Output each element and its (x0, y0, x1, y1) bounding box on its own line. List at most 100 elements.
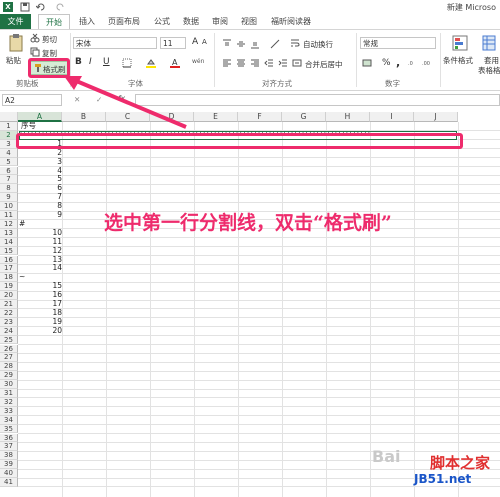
row-header[interactable]: 24 (0, 326, 18, 336)
cell-a[interactable] (19, 425, 62, 434)
borders-icon[interactable] (122, 58, 132, 68)
row-header[interactable]: 10 (0, 202, 18, 211)
cell-a[interactable] (19, 336, 62, 345)
cell-a[interactable]: 2 (19, 148, 62, 158)
row-header[interactable]: 37 (0, 442, 18, 452)
paste-button[interactable]: 粘贴 (6, 55, 21, 66)
row-header[interactable]: 39 (0, 460, 18, 470)
row-header[interactable]: 1 (0, 122, 18, 131)
increase-decimal-icon[interactable]: .0 (408, 58, 418, 68)
row-header[interactable]: 34 (0, 415, 18, 425)
cell-a[interactable] (19, 434, 62, 443)
italic-button[interactable]: I (89, 57, 92, 67)
decrease-decimal-icon[interactable]: .00 (422, 58, 432, 68)
cell-a[interactable] (19, 345, 62, 354)
tab-home[interactable]: 开始 (38, 14, 70, 29)
row-header[interactable]: 20 (0, 291, 18, 300)
row-header[interactable]: 7 (0, 175, 18, 185)
row-header[interactable]: 8 (0, 184, 18, 194)
cell-a[interactable] (19, 353, 62, 362)
column-header-f[interactable]: F (238, 112, 282, 122)
cut-button[interactable]: 剪切 (42, 34, 57, 45)
cell-a[interactable]: 5 (19, 174, 62, 184)
row-header[interactable]: 12 (0, 219, 18, 229)
percent-button[interactable]: % (382, 58, 391, 68)
row-header[interactable]: 15 (0, 246, 18, 256)
row-header[interactable]: 13 (0, 228, 18, 238)
orientation-icon[interactable] (270, 39, 280, 49)
redo-icon[interactable] (55, 2, 65, 12)
row-header[interactable]: 18 (0, 273, 18, 283)
cell-a[interactable]: 4 (19, 166, 62, 176)
tab-page-layout[interactable]: 页面布局 (104, 14, 144, 29)
decrease-indent-icon[interactable] (264, 58, 274, 68)
row-header[interactable]: 9 (0, 193, 18, 203)
fill-color-icon[interactable] (146, 58, 156, 68)
save-icon[interactable] (20, 2, 30, 12)
cell-a[interactable] (19, 460, 62, 469)
font-name-select[interactable]: 宋体 (73, 37, 157, 49)
row-header[interactable]: 30 (0, 380, 18, 389)
cell-a[interactable]: 7 (19, 192, 62, 202)
row-header[interactable]: 35 (0, 424, 18, 434)
cell-a[interactable]: 8 (19, 201, 62, 211)
row-header[interactable]: 29 (0, 371, 18, 381)
row-header[interactable]: 11 (0, 211, 18, 220)
increase-indent-icon[interactable] (278, 58, 288, 68)
conditional-format-button[interactable]: 条件格式 (443, 55, 473, 66)
align-middle-icon[interactable] (236, 39, 246, 49)
align-top-icon[interactable] (222, 39, 232, 49)
tab-formulas[interactable]: 公式 (151, 14, 173, 29)
row-header[interactable]: 27 (0, 353, 18, 363)
font-color-icon[interactable]: A (170, 58, 180, 68)
row-header[interactable]: 28 (0, 362, 18, 372)
align-left-icon[interactable] (222, 58, 232, 68)
row-header[interactable]: 5 (0, 157, 18, 167)
row-header[interactable]: 6 (0, 166, 18, 176)
row-header[interactable]: 4 (0, 148, 18, 158)
tab-insert[interactable]: 插入 (76, 14, 98, 29)
cell-a[interactable]: 6 (19, 183, 62, 193)
row-header[interactable]: 25 (0, 335, 18, 345)
column-header-j[interactable]: J (414, 112, 458, 122)
column-header-g[interactable]: G (282, 112, 326, 122)
row-header[interactable]: 38 (0, 451, 18, 461)
name-box[interactable]: A2 (2, 94, 62, 106)
row-header[interactable]: 22 (0, 308, 18, 318)
currency-icon[interactable] (362, 58, 372, 68)
cell-a[interactable] (19, 371, 62, 380)
cell-a[interactable] (19, 416, 62, 425)
row-header[interactable]: 31 (0, 389, 18, 398)
number-format-select[interactable]: 常规 (360, 37, 436, 49)
row-header[interactable]: 41 (0, 478, 18, 487)
tab-data[interactable]: 数据 (180, 14, 202, 29)
cell-a[interactable] (19, 389, 62, 398)
row-header[interactable]: 14 (0, 237, 18, 247)
row-header[interactable]: 40 (0, 469, 18, 478)
select-all-corner[interactable] (0, 112, 18, 122)
row-header[interactable]: 33 (0, 406, 18, 416)
font-size-select[interactable]: 11 (160, 37, 186, 49)
row-header[interactable]: 17 (0, 264, 18, 274)
cell-a[interactable] (19, 380, 62, 389)
spreadsheet-grid[interactable]: ABCDEFGHIJ 1 2 3 4 5 6 7 8 9 10 11 12 13 14 15 16 17 18 19… (0, 112, 500, 497)
tab-foxit-reader[interactable]: 福昕阅读器 (267, 14, 315, 29)
row-header[interactable]: 32 (0, 397, 18, 407)
row-header[interactable]: 26 (0, 344, 18, 354)
wrap-text-button[interactable]: 自动换行 (303, 39, 333, 50)
cell-a[interactable] (19, 469, 62, 478)
cell-a[interactable]: 3 (19, 157, 62, 167)
undo-icon[interactable] (36, 2, 46, 12)
tab-view[interactable]: 视图 (238, 14, 260, 29)
cell-a[interactable]: 9 (19, 210, 62, 220)
row-header[interactable]: 16 (0, 255, 18, 265)
paste-icon[interactable] (8, 34, 24, 52)
row-header[interactable]: 19 (0, 282, 18, 292)
bold-button[interactable]: B (75, 57, 82, 67)
grow-font-button[interactable]: A (192, 37, 198, 47)
column-header-i[interactable]: I (370, 112, 414, 122)
shrink-font-button[interactable]: A (202, 38, 207, 46)
column-header-h[interactable]: H (326, 112, 370, 122)
cell-a[interactable] (19, 442, 62, 451)
row-header[interactable]: 23 (0, 317, 18, 327)
